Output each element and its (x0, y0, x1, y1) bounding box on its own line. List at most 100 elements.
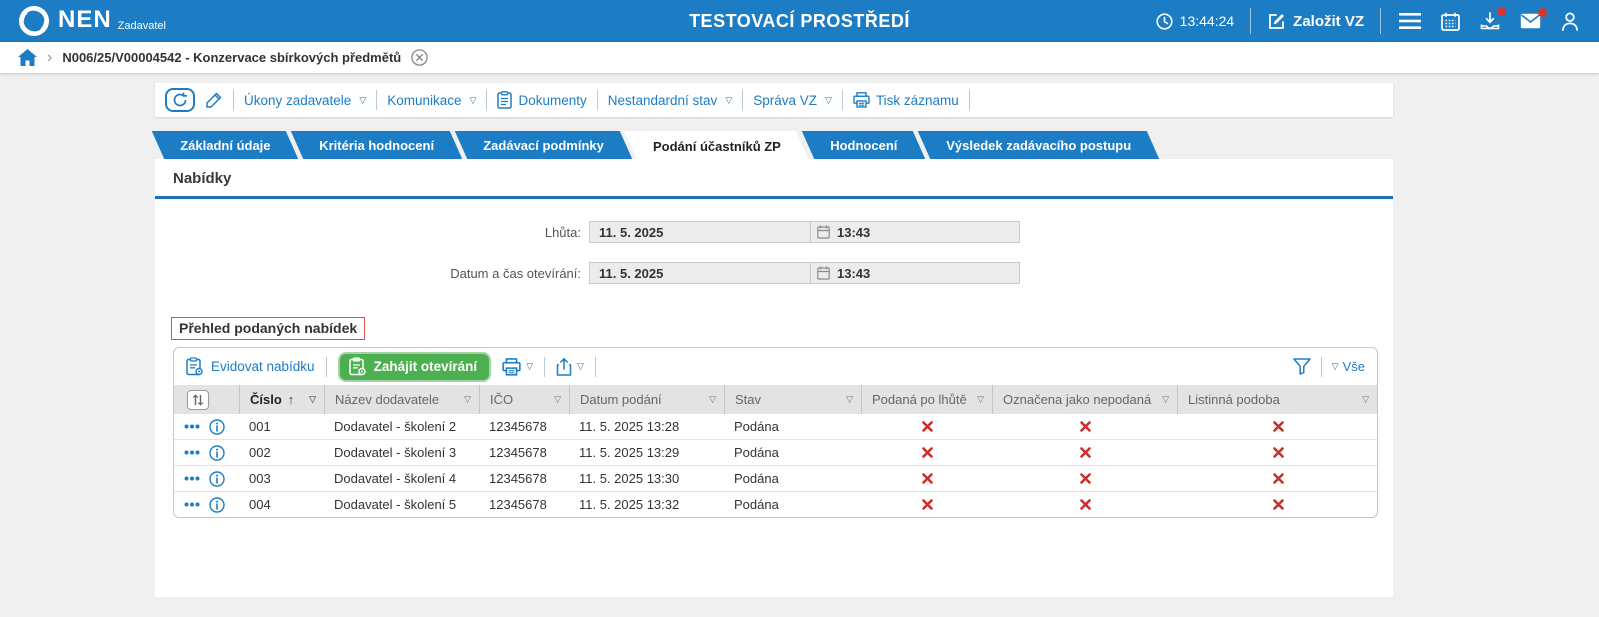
time-value: 13:43 (837, 224, 871, 240)
calendar-button[interactable] (1439, 10, 1462, 33)
cell-ico: 12345678 (489, 445, 547, 460)
tab-zadavaci-podminky[interactable]: Zadávací podmínky (454, 131, 633, 159)
toolbar-separator (596, 90, 598, 110)
column-label: Označena jako nepodaná (1003, 392, 1152, 407)
toolbar-label: Tisk záznamu (875, 92, 959, 108)
messages-button[interactable] (1518, 8, 1547, 31)
tab-hodnoceni[interactable]: Hodnocení (801, 131, 926, 159)
cross-icon (922, 421, 933, 432)
tab-podani-ucastniku-zp[interactable]: Podání účastníků ZP (623, 131, 810, 162)
lhuta-date-input[interactable]: 11. 5. 2025 (589, 221, 810, 243)
filter-all-dropdown[interactable]: Vše (1332, 359, 1365, 374)
export-menu-button[interactable] (556, 357, 584, 376)
form-row-datum-otevirani: Datum a čas otevírání: 11. 5. 2025 13:43 (155, 262, 1393, 284)
pencil-icon[interactable] (205, 91, 223, 109)
column-label: Číslo (250, 392, 282, 407)
more-actions-icon[interactable] (184, 424, 200, 429)
table-row[interactable]: 001 Dodavatel - školení 2 12345678 11. 5… (174, 414, 1377, 439)
cell-supplier: Dodavatel - školení 2 (334, 419, 457, 434)
cell-ico: 12345678 (489, 497, 547, 512)
column-filter-icon[interactable]: ▽ (1162, 394, 1169, 405)
breadcrumb-current-item[interactable]: N006/25/V00004542 - Konzervace sbírkovýc… (62, 50, 401, 65)
home-icon[interactable] (18, 49, 37, 66)
info-icon[interactable] (209, 418, 225, 435)
cell-marked-not-submitted (992, 466, 1177, 491)
column-header-ico[interactable]: IČO ▽ (479, 385, 569, 414)
user-button[interactable] (1559, 10, 1581, 33)
printer-icon (502, 357, 521, 376)
column-filter-icon[interactable]: ▽ (464, 394, 471, 405)
column-filter-icon[interactable]: ▽ (977, 394, 984, 405)
register-offer-button[interactable]: Evidovat nabídku (186, 357, 315, 376)
cross-icon (1080, 499, 1091, 510)
close-tab-icon[interactable] (411, 49, 428, 66)
column-header-oznacena-jako-nepodana[interactable]: Označena jako nepodaná ▽ (992, 385, 1177, 414)
cross-icon (922, 499, 933, 510)
brand-name: NEN (58, 6, 112, 33)
table-row[interactable]: 003 Dodavatel - školení 4 12345678 11. 5… (174, 465, 1377, 491)
column-filter-icon[interactable]: ▽ (709, 394, 716, 405)
filter-icon[interactable] (1292, 358, 1311, 375)
print-menu-button[interactable] (502, 357, 533, 376)
toolbar-tisk-zaznamu[interactable]: Tisk záznamu (853, 92, 959, 108)
header-separator (1380, 8, 1381, 34)
info-icon[interactable] (209, 444, 225, 461)
tab-label: Kritéria hodnocení (319, 137, 435, 153)
nen-logo[interactable]: NEN Zadavatel (18, 5, 166, 37)
toolbar-dokumenty[interactable]: Dokumenty (497, 91, 587, 109)
inbox-button[interactable] (1478, 6, 1506, 33)
toolbar-sprava-vz[interactable]: Správa VZ (753, 93, 832, 108)
more-actions-icon[interactable] (184, 450, 200, 455)
chevron-right-icon: › (47, 48, 53, 66)
create-vz-button[interactable]: Založit VZ (1267, 12, 1364, 31)
column-filter-icon[interactable]: ▽ (846, 394, 853, 405)
clipboard-gear-icon (348, 356, 367, 376)
column-header-datum-podani[interactable]: Datum podání ▽ (569, 385, 724, 414)
cross-icon (1080, 421, 1091, 432)
tab-zakladni-udaje[interactable]: Základní údaje (151, 131, 299, 159)
toolbar-nestandardni-stav[interactable]: Nestandardní stav (608, 93, 732, 108)
column-filter-icon[interactable]: ▽ (1362, 394, 1369, 405)
column-label: Listinná podoba (1188, 392, 1280, 407)
tab-kriteria-hodnoceni[interactable]: Kritéria hodnocení (291, 131, 463, 159)
column-header-podana-po-lhute[interactable]: Podaná po lhůtě ▽ (861, 385, 992, 414)
cross-icon (1272, 447, 1284, 458)
cell-number: 002 (249, 445, 271, 460)
cell-status: Podána (734, 445, 779, 460)
cross-icon (1272, 499, 1284, 510)
column-chooser-cell (174, 385, 239, 414)
otevirani-time-input[interactable]: 13:43 (810, 262, 1020, 284)
table-row[interactable]: 004 Dodavatel - školení 5 12345678 11. 5… (174, 491, 1377, 517)
column-header-cislo[interactable]: Číslo ↑ ▽ (239, 385, 324, 414)
column-header-listinna-podoba[interactable]: Listinná podoba ▽ (1177, 385, 1377, 414)
calendar-icon (1441, 12, 1460, 31)
calendar-small-icon (817, 266, 830, 280)
toolbar-komunikace[interactable]: Komunikace (387, 93, 476, 108)
more-actions-icon[interactable] (184, 476, 200, 481)
refresh-button[interactable] (165, 88, 195, 112)
record-toolbar: Úkony zadavatele Komunikace Dokumenty Ne… (155, 83, 1393, 117)
clock-time: 13:44:24 (1179, 13, 1235, 29)
otevirani-date-input[interactable]: 11. 5. 2025 (589, 262, 810, 284)
column-header-stav[interactable]: Stav ▽ (724, 385, 861, 414)
column-settings-icon[interactable] (187, 389, 209, 410)
menu-button[interactable] (1397, 11, 1423, 31)
lhuta-time-input[interactable]: 13:43 (810, 221, 1020, 243)
table-row[interactable]: 002 Dodavatel - školení 3 12345678 11. 5… (174, 439, 1377, 465)
column-filter-icon[interactable]: ▽ (309, 394, 316, 405)
column-header-nazev-dodavatele[interactable]: Název dodavatele ▽ (324, 385, 479, 414)
toolbar-ukony-zadavatele[interactable]: Úkony zadavatele (244, 93, 366, 108)
info-icon[interactable] (209, 496, 225, 513)
start-opening-button[interactable]: Zahájit otevírání (337, 351, 492, 382)
info-icon[interactable] (209, 470, 225, 487)
brand-subtitle: Zadavatel (117, 20, 166, 32)
row-actions-cell (174, 492, 239, 517)
cross-icon (1272, 473, 1284, 484)
tab-vysledek-zadavaciho-postupu[interactable]: Výsledek zadávacího postupu (917, 131, 1160, 159)
toolbar-label: Nestandardní stav (607, 92, 718, 108)
cell-marked-not-submitted (992, 440, 1177, 465)
column-filter-icon[interactable]: ▽ (554, 394, 561, 405)
create-vz-label: Založit VZ (1293, 12, 1364, 30)
inbox-notification-badge (1497, 6, 1506, 16)
more-actions-icon[interactable] (184, 502, 200, 507)
